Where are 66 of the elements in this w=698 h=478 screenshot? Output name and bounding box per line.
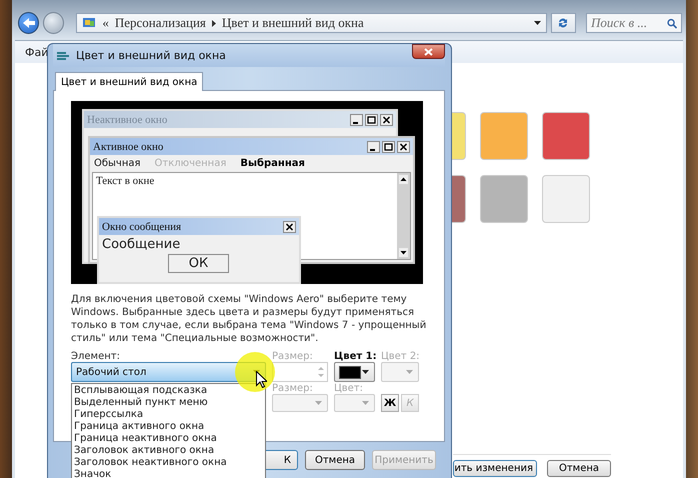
color-swatch[interactable]: [452, 175, 466, 223]
spin-arrows-icon: [317, 364, 325, 380]
caret-icon: [362, 370, 369, 374]
search-input[interactable]: Поиск в ...: [591, 15, 667, 31]
dropdown-caret-icon: [534, 21, 541, 25]
field-label: Размер:: [272, 383, 314, 394]
down-arrow-icon: [399, 248, 408, 257]
breadcrumb-prefix[interactable]: «: [102, 15, 109, 31]
refresh-icon: [557, 17, 570, 29]
field-label: Элемент:: [71, 351, 121, 362]
window-title: Цвет и внешний вид окна: [76, 49, 226, 62]
chevron-icon: [212, 20, 216, 26]
search-icon: [667, 18, 677, 28]
color-swatch[interactable]: [452, 112, 466, 160]
search-field[interactable]: Поиск в ...: [586, 13, 682, 33]
breadcrumb-item[interactable]: Цвет и внешний вид окна: [222, 15, 364, 31]
save-changes-button[interactable]: ить изменения: [453, 460, 537, 477]
minimize-icon: [367, 140, 380, 152]
window-icon: [56, 50, 70, 62]
cancel-button[interactable]: Отмена: [305, 450, 365, 470]
list-option[interactable]: Заголовок неактивного окна: [72, 457, 265, 469]
list-option[interactable]: Граница активного окна: [72, 421, 265, 433]
message-text: Сообщение: [101, 236, 182, 252]
color-swatch[interactable]: [542, 112, 590, 160]
bold-button[interactable]: Ж: [381, 394, 399, 412]
list-option[interactable]: Гиперссылка: [72, 409, 265, 421]
field-label: Цвет 1:: [334, 351, 375, 362]
refresh-button[interactable]: [550, 13, 576, 33]
caret-icon: [315, 401, 322, 405]
window-title: Активное окно: [93, 140, 164, 152]
window-text: Текст в окне: [96, 175, 154, 187]
close-icon: [424, 48, 433, 56]
list-option[interactable]: Граница неактивного окна: [72, 433, 265, 445]
field-label: Размер:: [272, 351, 314, 362]
caret-icon: [362, 401, 369, 405]
back-button[interactable]: [18, 12, 40, 34]
cancel-button[interactable]: Отмена: [547, 460, 611, 477]
color-swatch[interactable]: [542, 175, 590, 223]
control-panel-icon: [82, 17, 96, 29]
field-label: Цвет 2:: [381, 351, 419, 362]
up-arrow-icon: [399, 175, 408, 184]
close-icon: [380, 114, 393, 126]
description-text: Для включения цветовой схемы "Windows Aero" выберите тему Windows. Выбранные здесь цвета и размеры будут применяться только в том случае, если выбрана тема "Windows 7 - упрощенный стиль" или тема "Специальные возможности".: [71, 293, 428, 345]
close-icon: [397, 140, 410, 152]
address-bar[interactable]: « Персонализация Цвет и внешний вид окна: [76, 13, 547, 33]
mouse-pointer-icon: [256, 371, 267, 388]
list-option[interactable]: Выделенный пункт меню: [72, 397, 265, 409]
color-swatch[interactable]: [480, 112, 528, 160]
maximize-icon: [382, 140, 395, 152]
close-icon: [283, 220, 296, 232]
tab[interactable]: Цвет и внешний вид окна: [55, 72, 204, 91]
ok-button[interactable]: К: [263, 450, 298, 470]
maximize-icon: [365, 114, 378, 126]
list-option[interactable]: Значок: [72, 469, 265, 478]
message-title: Окно сообщения: [102, 220, 182, 232]
field-label: Цвет:: [334, 383, 364, 394]
color-swatch[interactable]: [480, 175, 528, 223]
list-option[interactable]: Заголовок активного окна: [72, 445, 265, 457]
close-button[interactable]: [412, 44, 445, 59]
breadcrumb-item[interactable]: Персонализация: [114, 15, 206, 31]
window-title: Неактивное окно: [87, 114, 168, 126]
caret-icon: [406, 370, 413, 374]
minimize-icon: [350, 114, 363, 126]
size-spinbox[interactable]: [272, 362, 328, 382]
color-picker[interactable]: [334, 362, 375, 382]
left-arrow-icon: [22, 17, 36, 29]
